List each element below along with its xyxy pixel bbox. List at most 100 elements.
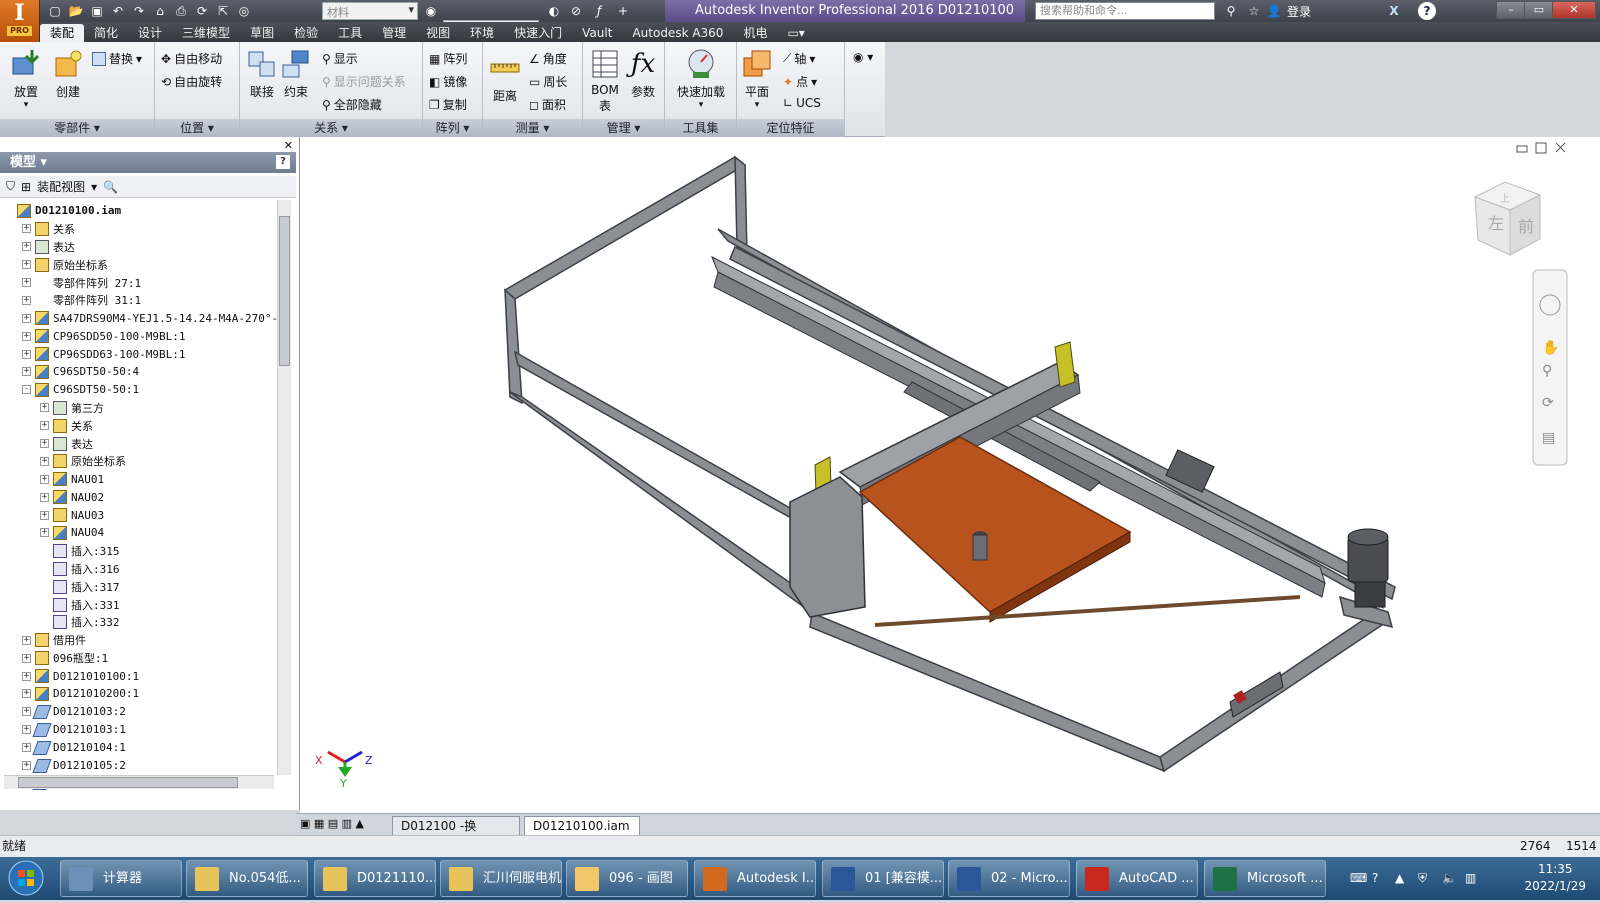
panel-manage-label[interactable]: 管理 ▾ — [583, 119, 664, 137]
tab-electromechanical[interactable]: 机电 — [733, 24, 777, 42]
tree-expand-icon[interactable]: + — [40, 439, 49, 449]
tab-a360[interactable]: Autodesk A360 — [622, 24, 733, 42]
tree-node[interactable]: + 第三方 — [4, 399, 278, 417]
tree-expand-icon[interactable]: + — [22, 635, 31, 645]
tree-node[interactable]: 插入:316 — [4, 560, 278, 578]
taskbar-item[interactable]: Microsoft ... — [1204, 860, 1326, 897]
free-move-button[interactable]: ✥ 自由移动 — [161, 50, 222, 67]
navigation-bar[interactable]: ✋ ⚲ ⟳ ▤ — [1532, 269, 1568, 466]
copy-button[interactable]: ❐ 复制 — [429, 96, 467, 113]
orbit-icon[interactable]: ⟳ — [1542, 395, 1554, 411]
browser-scroll-thumb[interactable] — [279, 216, 290, 366]
tree-node[interactable]: + 零部件阵列 31:1 — [4, 291, 278, 309]
minimize-button[interactable]: – — [1496, 1, 1526, 19]
viewcube-front-face[interactable]: 前 — [1518, 217, 1534, 236]
tree-expand-icon[interactable]: + — [22, 349, 31, 359]
graphics-viewport[interactable]: 左 前 上 ✋ ⚲ ⟳ ▤ X Y Z — [300, 137, 1600, 814]
create-button[interactable]: 创建 — [48, 48, 88, 100]
tree-node[interactable]: + 原始坐标系 — [4, 452, 278, 470]
joint-button[interactable]: 联接 — [244, 48, 280, 100]
quick-load-button[interactable]: 快速加载 ▾ — [669, 48, 733, 110]
tab-sketch[interactable]: 草图 — [240, 24, 284, 42]
browser-header[interactable]: 模型 ▾ ? — [0, 152, 296, 173]
network-icon[interactable]: ▥ — [1465, 871, 1476, 885]
tree-expand-icon[interactable]: + — [40, 492, 49, 502]
tree-expand-icon[interactable]: + — [22, 260, 31, 270]
tree-node[interactable]: + D01210104:1 — [4, 739, 278, 757]
axis-button[interactable]: ⟋ 轴 ▾ — [783, 50, 815, 67]
viewcube-left-face[interactable]: 左 — [1488, 214, 1504, 233]
taskbar-item[interactable]: 汇川伺服电机 — [440, 860, 562, 897]
tree-node[interactable]: + 关系 — [4, 220, 278, 238]
tree-expand-icon[interactable]: + — [40, 474, 49, 484]
tree-expand-icon[interactable]: + — [22, 367, 31, 377]
loop-button[interactable]: ▭ 周长 — [529, 73, 567, 90]
tab-manage[interactable]: 管理 — [372, 24, 416, 42]
tree-expand-icon[interactable]: + — [40, 528, 49, 538]
tab-inspect[interactable]: 检验 — [284, 24, 328, 42]
show-button[interactable]: ⚲ 显示 — [322, 50, 358, 67]
tree-node[interactable]: + NAU03 — [4, 506, 278, 524]
home-icon[interactable]: ⌂ — [151, 2, 169, 20]
tab-vault[interactable]: Vault — [572, 24, 622, 42]
panel-pattern-label[interactable]: 阵列 ▾ — [423, 119, 482, 137]
taskbar-item[interactable]: D0121110... — [314, 860, 436, 897]
tree-node[interactable]: + NAU01 — [4, 470, 278, 488]
color-icon[interactable]: ◎ — [235, 2, 253, 20]
tray-expand-icon[interactable]: ▲ — [1395, 871, 1404, 885]
free-rotate-button[interactable]: ⟲ 自由旋转 — [161, 73, 222, 90]
tree-expand-icon[interactable]: + — [22, 331, 31, 341]
hide-all-button[interactable]: ⚲ 全部隐藏 — [322, 96, 382, 113]
assembly-model-view[interactable]: 左 前 上 ✋ ⚲ ⟳ ▤ X Y Z — [300, 137, 1600, 814]
tab-assemble[interactable]: 装配 — [40, 24, 85, 42]
exchange-icon[interactable]: X — [1385, 2, 1403, 20]
taskbar-item[interactable]: 02 - Micro... — [948, 860, 1070, 897]
tree-expand-icon[interactable]: + — [22, 313, 31, 323]
adjust-icon[interactable]: ◐ — [545, 2, 563, 20]
tree-expand-icon[interactable]: + — [22, 278, 31, 287]
viewcube-top-face[interactable]: 上 — [1500, 193, 1510, 205]
tree-node[interactable]: +096瓶型:1 — [4, 649, 278, 667]
tree-expand-icon[interactable]: + — [22, 224, 31, 234]
tree-expand-icon[interactable]: + — [22, 743, 31, 753]
help-search-input[interactable]: 搜索帮助和命令... — [1035, 2, 1215, 20]
start-button[interactable] — [4, 857, 52, 900]
system-clock[interactable]: 11:35 2022/1/29 — [1524, 861, 1586, 895]
assembly-view-icon[interactable]: ⊞ — [21, 180, 31, 194]
tree-node[interactable]: 插入:332 — [4, 613, 278, 631]
tile-layout-icons[interactable]: ▣ ▦ ▤ ▥ ▲ — [300, 817, 364, 830]
parameters-button[interactable]: ƒx 参数 — [625, 48, 661, 100]
tree-node[interactable]: + NAU04 — [4, 524, 278, 542]
tree-node[interactable]: + D01210103:1 — [4, 721, 278, 739]
undo-icon[interactable]: ↶ — [109, 2, 127, 20]
filter-icon[interactable]: ⛉ — [6, 179, 15, 194]
tree-expand-icon[interactable]: + — [40, 421, 49, 431]
tree-expand-icon[interactable]: + — [22, 725, 31, 735]
mirror-button[interactable]: ◧ 镜像 — [429, 73, 467, 90]
tab-simplify[interactable]: 简化 — [84, 24, 128, 42]
keyboard-icon[interactable]: ⌨ — [1350, 871, 1367, 885]
tree-expand-icon[interactable]: + — [22, 242, 31, 252]
tree-expand-icon[interactable]: + — [40, 510, 49, 520]
taskbar-item[interactable]: 计算器 — [60, 860, 182, 897]
taskbar-item[interactable]: No.054低... — [186, 860, 308, 897]
tab-environments[interactable]: 环境 — [460, 24, 504, 42]
tree-node[interactable]: 插入:315 — [4, 542, 278, 560]
tree-node[interactable]: + 表达 — [4, 435, 278, 453]
redo-icon[interactable]: ↷ — [130, 2, 148, 20]
view-dropdown-icon[interactable]: ▾ — [91, 180, 97, 194]
browser-help-icon[interactable]: ? — [276, 155, 290, 169]
tree-expand-icon[interactable]: - — [22, 385, 31, 395]
tree-expand-icon[interactable]: + — [22, 653, 31, 663]
panel-relationships-label[interactable]: 关系 ▾ — [240, 119, 422, 137]
appearance-icon[interactable]: ◉ — [422, 2, 440, 20]
select-icon[interactable]: ⇱ — [214, 2, 232, 20]
tree-node[interactable]: + 零部件阵列 27:1 — [4, 274, 278, 292]
fx-icon[interactable]: ƒ — [590, 2, 608, 20]
plane-button[interactable]: 平面 ▾ — [739, 48, 775, 110]
tree-node[interactable]: + D0121010100:1 — [4, 667, 278, 685]
help-icon[interactable]: ? — [1418, 2, 1436, 20]
update-icon[interactable]: ⟳ — [193, 2, 211, 20]
panel-productivity-label[interactable]: 工具集 — [665, 119, 736, 137]
doc-tab-1[interactable]: D012100 -换两...iam — [392, 816, 520, 851]
